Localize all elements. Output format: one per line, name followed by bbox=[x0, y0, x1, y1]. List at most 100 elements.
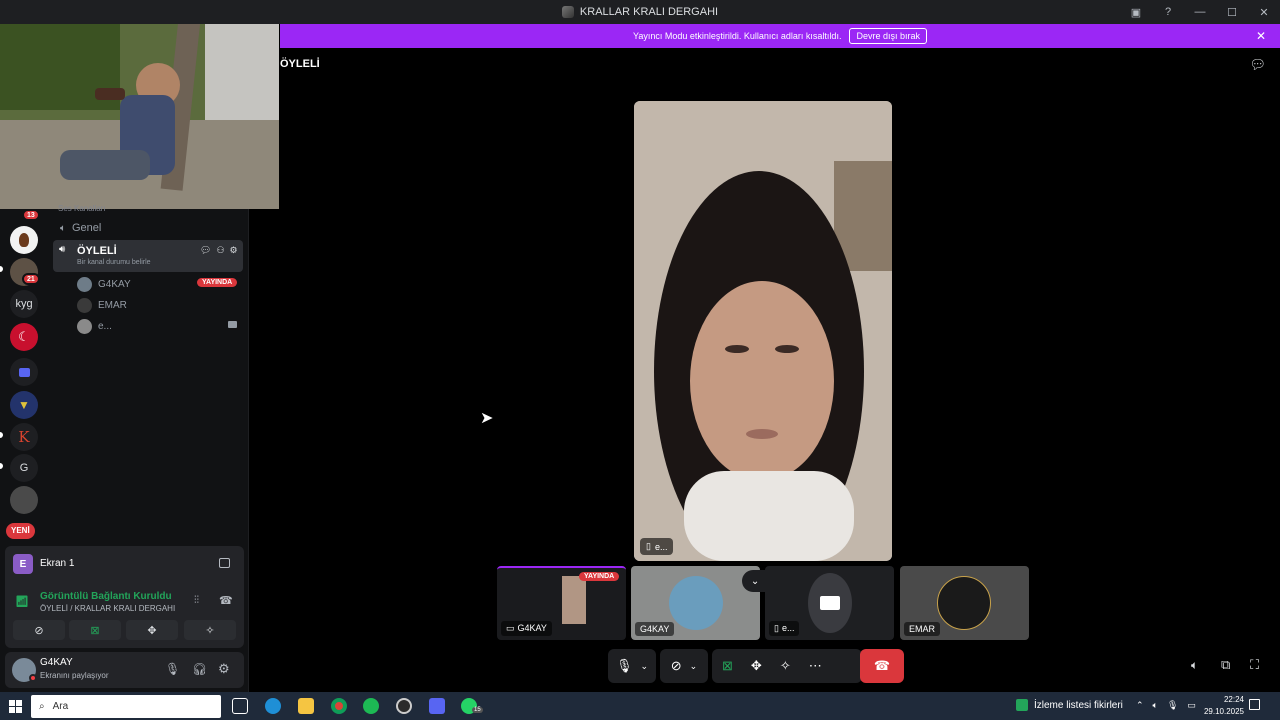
server-icon-flag[interactable]: ☾ bbox=[10, 323, 38, 351]
watchlist-label: İzleme listesi fikirleri bbox=[1034, 699, 1123, 711]
search-icon: ⌕ bbox=[39, 701, 45, 712]
server-icon-crest[interactable]: ▼ bbox=[10, 391, 38, 419]
task-view-icon[interactable] bbox=[232, 698, 248, 714]
live-badge: YAYINDA bbox=[197, 278, 238, 287]
voice-user[interactable]: e... bbox=[77, 317, 112, 335]
emblem-icon bbox=[19, 233, 29, 247]
server-icon-kyg[interactable]: kyg bbox=[10, 290, 38, 318]
activities-button[interactable]: ✥ bbox=[126, 620, 178, 640]
edge-icon[interactable] bbox=[265, 698, 281, 714]
more-icon[interactable]: ⋯ bbox=[809, 658, 822, 674]
user-settings-icon[interactable]: ⚙ bbox=[218, 661, 230, 677]
connection-location[interactable]: ÖYLELİ / KRALLAR KRALI DERGAHI bbox=[40, 604, 175, 613]
chat-icon[interactable]: 💬︎ bbox=[200, 245, 211, 256]
connection-status[interactable]: Görüntülü Bağlantı Kuruldu bbox=[40, 591, 172, 602]
fullscreen-icon[interactable]: ⛶ bbox=[1250, 657, 1259, 673]
voice-user-name: EMAR bbox=[98, 299, 127, 311]
camera-icon bbox=[820, 596, 840, 610]
disconnect-icon[interactable]: ☎ bbox=[219, 594, 233, 607]
gear-icon[interactable]: ⚙ bbox=[230, 245, 238, 256]
main-video-tile[interactable]: ▯ e... bbox=[634, 101, 892, 561]
camera-button[interactable]: ⊘ ⌄ bbox=[660, 649, 708, 683]
server-icon-skull[interactable] bbox=[10, 486, 38, 514]
server-icon-g[interactable]: G bbox=[10, 454, 38, 482]
participant-tile-stream[interactable]: YAYINDA ▭ G4KAY bbox=[497, 566, 626, 640]
windows-start-icon[interactable] bbox=[9, 700, 22, 713]
taskbar-clock[interactable]: 22:24 29.10.2025 bbox=[1204, 694, 1244, 718]
widget-watchlist[interactable]: İzleme listesi fikirleri bbox=[1016, 699, 1123, 711]
system-tray: ⌃ 🔈︎ 🎙︎ ▭ bbox=[1136, 700, 1196, 711]
banner-close-icon[interactable]: ✕ bbox=[1256, 24, 1266, 48]
spotify-icon[interactable] bbox=[363, 698, 379, 714]
screen-label: Ekran 1 bbox=[40, 558, 75, 569]
participant-name: EMAR bbox=[904, 622, 941, 636]
screen-share-icon: ⊠ bbox=[90, 624, 100, 637]
camera-off-icon: ⊘ bbox=[34, 624, 44, 637]
noise-suppression-icon[interactable]: ⫶⫶ bbox=[194, 595, 199, 606]
user-panel: G4KAY Ekranını paylaşıyor 🎙︎ 🎧︎ ⚙ bbox=[5, 652, 244, 688]
discord-icon[interactable] bbox=[429, 698, 445, 714]
stream-preview bbox=[562, 576, 586, 624]
new-badge: YENİ bbox=[6, 523, 35, 539]
chevron-down-icon: ⌄ bbox=[689, 660, 698, 671]
server-folder[interactable] bbox=[10, 358, 38, 386]
screen-share-panel: E Ekran 1 bbox=[5, 546, 244, 582]
channel-genel[interactable]: 🔈︎ Genel bbox=[56, 218, 242, 238]
activity-icon[interactable]: ✥ bbox=[751, 658, 762, 674]
headphones-icon[interactable]: 🎧︎ bbox=[192, 662, 207, 676]
disable-streamer-mode-button[interactable]: Devre dışı bırak bbox=[849, 28, 927, 44]
channel-status-hint[interactable]: Bir kanal durumu belirle bbox=[77, 259, 151, 266]
voice-user[interactable]: G4KAY bbox=[77, 275, 131, 293]
participant-tile[interactable]: G4KAY bbox=[631, 566, 760, 640]
chevron-down-icon: ⌄ bbox=[640, 660, 649, 671]
screen-settings-icon[interactable] bbox=[219, 558, 230, 568]
voice-user[interactable]: EMAR bbox=[77, 296, 127, 314]
chevron-down-icon: ⌄ bbox=[750, 575, 760, 587]
help-icon[interactable]: ? bbox=[1152, 6, 1184, 18]
mention-badge: 13 bbox=[22, 209, 40, 221]
clock-time: 22:24 bbox=[1223, 695, 1244, 704]
file-explorer-icon[interactable] bbox=[298, 698, 314, 714]
user-status: Ekranını paylaşıyor bbox=[40, 671, 109, 680]
soundboard-icon[interactable]: ✧ bbox=[780, 658, 791, 674]
voice-channel-title: ÖYLELİ bbox=[280, 58, 320, 70]
server-icon-emblem[interactable] bbox=[10, 226, 38, 254]
obs-icon[interactable] bbox=[396, 698, 412, 714]
network-icon[interactable]: ▭ bbox=[1187, 700, 1196, 711]
participant-chip: ▯ e... bbox=[640, 538, 674, 555]
banner-message: Yayıncı Modu etkinleştirildi. Kullanıcı … bbox=[633, 31, 842, 41]
hangup-icon: ☎ bbox=[873, 658, 891, 673]
chat-toggle-icon[interactable]: 💬︎ bbox=[1249, 57, 1266, 73]
microphone-icon[interactable]: 🎙︎ bbox=[165, 662, 180, 676]
mobile-icon: ▯ bbox=[774, 623, 779, 633]
end-call-button[interactable]: ☎ bbox=[860, 649, 904, 683]
screen-share-button[interactable]: ⊠ bbox=[69, 620, 121, 640]
server-icon-k[interactable]: K bbox=[10, 423, 38, 451]
participant-tile[interactable]: ▯ e... bbox=[765, 566, 894, 640]
search-placeholder: Ara bbox=[52, 701, 69, 712]
soundboard-button[interactable]: ✧ bbox=[184, 620, 236, 640]
microphone-icon[interactable]: 🎙︎ bbox=[1167, 700, 1178, 711]
avatar bbox=[77, 276, 92, 292]
chevron-up-icon[interactable]: ⌃ bbox=[1136, 700, 1144, 711]
popout-icon[interactable]: ⧉ bbox=[1221, 657, 1230, 673]
taskbar-search[interactable]: ⌕ Ara bbox=[31, 695, 221, 718]
category-label[interactable]: Ses Kanalları bbox=[58, 204, 106, 213]
camera-toggle-button[interactable]: ⊘ bbox=[13, 620, 65, 640]
minimize-button[interactable]: — bbox=[1184, 6, 1216, 18]
volume-icon[interactable]: 🔈︎ bbox=[1153, 700, 1158, 711]
add-user-icon[interactable]: ⚇ bbox=[216, 245, 224, 256]
notifications-icon[interactable] bbox=[1249, 699, 1260, 710]
volume-icon[interactable]: 🔈︎ bbox=[1191, 658, 1198, 673]
screen-share-icon[interactable]: ⊠ bbox=[722, 658, 733, 674]
pip-video[interactable] bbox=[0, 0, 279, 209]
inbox-icon[interactable]: ▣ bbox=[1120, 6, 1152, 19]
chrome-icon[interactable] bbox=[331, 698, 347, 714]
close-window-button[interactable]: ✕ bbox=[1248, 6, 1280, 19]
streamer-mode-banner: Yayıncı Modu etkinleştirildi. Kullanıcı … bbox=[280, 24, 1280, 48]
mute-button[interactable]: 🎙︎ ⌄ bbox=[608, 649, 656, 683]
participant-name: G4KAY bbox=[635, 622, 675, 636]
participant-tile[interactable]: EMAR bbox=[900, 566, 1029, 640]
call-action-group: ⊠ ✥ ✧ ⋯ bbox=[712, 649, 862, 683]
maximize-button[interactable]: ☐ bbox=[1216, 6, 1248, 19]
